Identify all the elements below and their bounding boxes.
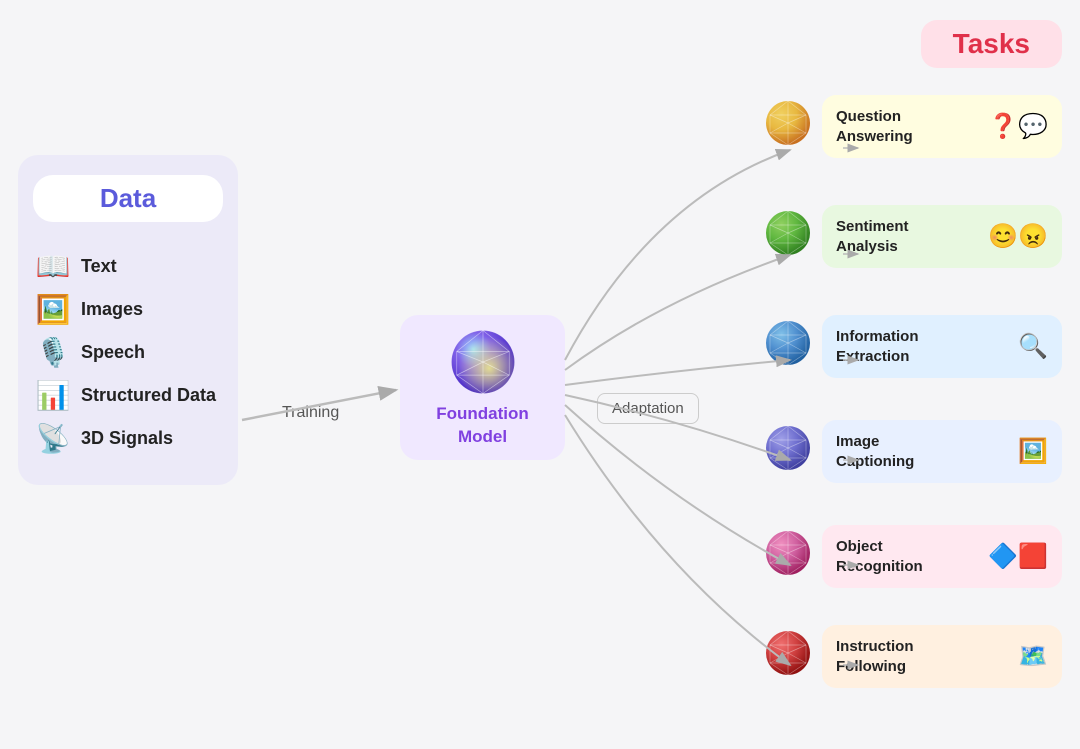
- task-card-4: ObjectRecognition 🔷🟥: [822, 525, 1062, 588]
- data-item-label-4: 3D Signals: [81, 428, 173, 449]
- adaptation-label: Adaptation: [597, 393, 699, 424]
- task-sphere-2: [764, 319, 812, 367]
- data-icon-2: 🎙️: [33, 336, 73, 369]
- task-icon-3: 🖼️: [1018, 437, 1048, 466]
- tasks-title: Tasks: [953, 28, 1030, 59]
- task-sphere-4: [764, 529, 812, 577]
- task-name-1: SentimentAnalysis: [836, 217, 978, 256]
- task-icon-5: 🗺️: [1018, 642, 1048, 671]
- data-item-label-2: Speech: [81, 342, 145, 363]
- task-sphere-0: [764, 99, 812, 147]
- data-item-text: 📖 Text: [33, 250, 223, 283]
- task-sphere-svg-0: [764, 99, 812, 147]
- foundation-model-box: FoundationModel: [400, 315, 565, 460]
- data-title: Data: [100, 183, 156, 213]
- data-item-label-1: Images: [81, 299, 143, 320]
- task-sphere-svg-4: [764, 529, 812, 577]
- data-item-speech: 🎙️ Speech: [33, 336, 223, 369]
- task-name-0: QuestionAnswering: [836, 107, 978, 146]
- task-sphere-svg-5: [764, 629, 812, 677]
- data-panel: Data 📖 Text 🖼️ Images 🎙️ Speech 📊 Struct…: [18, 155, 238, 485]
- task-name-3: ImageCaptioning: [836, 432, 1008, 471]
- task-icon-2: 🔍: [1018, 332, 1048, 361]
- task-name-4: ObjectRecognition: [836, 537, 978, 576]
- task-text-0: QuestionAnswering: [836, 107, 978, 146]
- data-item-label-0: Text: [81, 256, 117, 277]
- task-icon-1: 😊😠: [988, 222, 1048, 251]
- task-name-5: InstructionFollowing: [836, 637, 1008, 676]
- task-card-2: InformationExtraction 🔍: [822, 315, 1062, 378]
- data-icon-4: 📡: [33, 422, 73, 455]
- task-text-5: InstructionFollowing: [836, 637, 1008, 676]
- task-icon-0: ❓💬: [988, 112, 1048, 141]
- task-sphere-3: [764, 424, 812, 472]
- data-icon-0: 📖: [33, 250, 73, 283]
- task-sphere-svg-1: [764, 209, 812, 257]
- data-icon-3: 📊: [33, 379, 73, 412]
- task-text-1: SentimentAnalysis: [836, 217, 978, 256]
- data-icon-1: 🖼️: [33, 293, 73, 326]
- task-text-4: ObjectRecognition: [836, 537, 978, 576]
- data-item-images: 🖼️ Images: [33, 293, 223, 326]
- foundation-sphere: [448, 327, 518, 397]
- task-card-3: ImageCaptioning 🖼️: [822, 420, 1062, 483]
- task-text-3: ImageCaptioning: [836, 432, 1008, 471]
- task-card-5: InstructionFollowing 🗺️: [822, 625, 1062, 688]
- training-label: Training: [272, 400, 349, 426]
- data-item-label-3: Structured Data: [81, 385, 216, 406]
- task-name-2: InformationExtraction: [836, 327, 1008, 366]
- task-text-2: InformationExtraction: [836, 327, 1008, 366]
- task-card-0: QuestionAnswering ❓💬: [822, 95, 1062, 158]
- data-item-structured-data: 📊 Structured Data: [33, 379, 223, 412]
- task-sphere-svg-2: [764, 319, 812, 367]
- task-sphere-1: [764, 209, 812, 257]
- data-title-box: Data: [33, 175, 223, 222]
- task-sphere-5: [764, 629, 812, 677]
- task-card-1: SentimentAnalysis 😊😠: [822, 205, 1062, 268]
- task-icon-4: 🔷🟥: [988, 542, 1048, 571]
- foundation-model-title: FoundationModel: [436, 403, 529, 447]
- data-item-3d-signals: 📡 3D Signals: [33, 422, 223, 455]
- tasks-title-box: Tasks: [921, 20, 1062, 68]
- task-sphere-svg-3: [764, 424, 812, 472]
